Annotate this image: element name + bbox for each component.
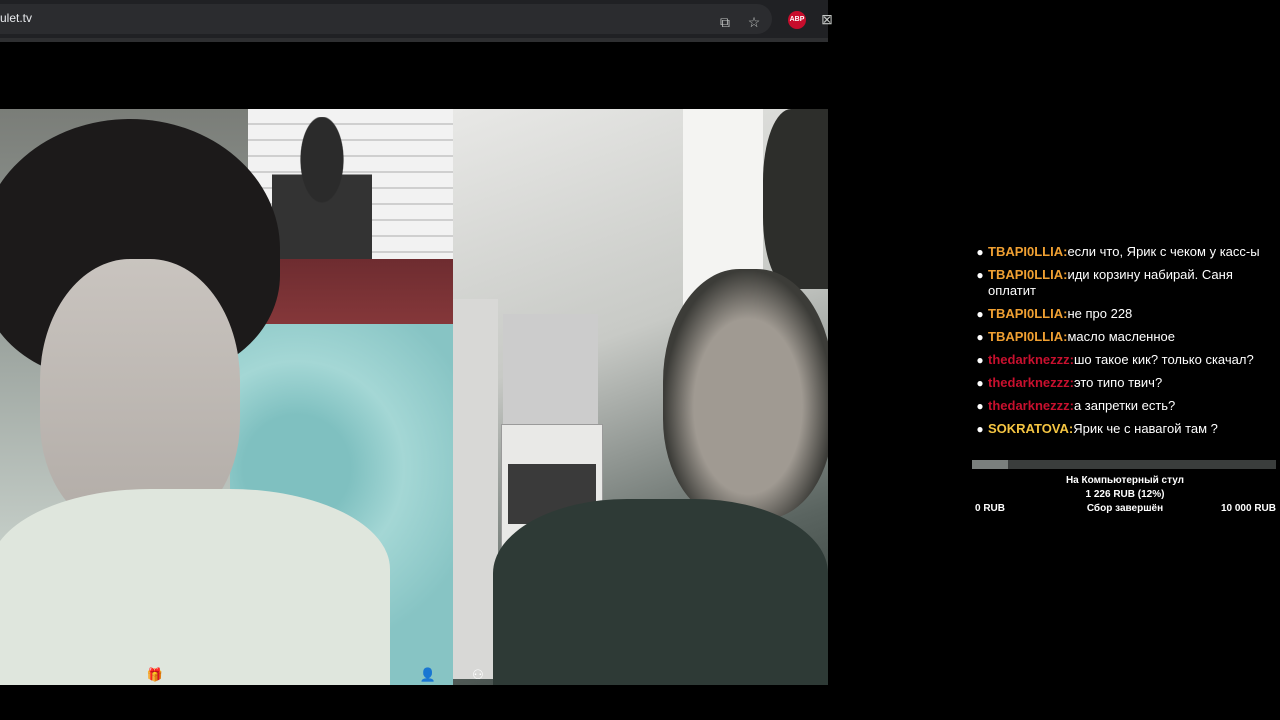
background-person — [763, 109, 828, 289]
video-chat-area: 🎁 ⚇ 👤 — [0, 109, 828, 685]
poster-figure — [272, 117, 372, 259]
chat-overlay: ● TBAPI0LLIA:если что, Ярик с чеком у кас… — [972, 244, 1278, 444]
person-shirt — [493, 499, 828, 685]
browser-divider — [0, 38, 828, 42]
chat-nick: thedarknezzz: — [988, 375, 1074, 390]
goal-range-row: 0 RUB Сбор завершён 10 000 RUB — [972, 503, 1278, 517]
chat-text: если что, Ярик с чеком у касс-ы — [1067, 244, 1260, 259]
kitchen-backsplash — [503, 314, 598, 429]
chat-text: масло масленное — [1067, 329, 1175, 344]
left-webcam: 🎁 — [0, 109, 453, 685]
fridge — [453, 299, 498, 679]
person-head — [663, 269, 828, 519]
browser-toolbar: ulet.tv ⧉ ☆ ABP ⊠ — [0, 0, 833, 38]
chat-text: не про 228 — [1067, 306, 1133, 321]
goal-progress-bar — [972, 460, 1276, 469]
gift-icon[interactable]: 🎁 — [145, 667, 165, 683]
cast-icon[interactable]: ⧉ — [716, 13, 734, 31]
bullet-icon: ● — [976, 399, 984, 413]
chat-nick: TBAPI0LLIA: — [988, 306, 1068, 321]
address-bar[interactable]: ulet.tv ⧉ ☆ — [0, 4, 772, 34]
chat-text: шо такое кик? только скачал? — [1073, 352, 1254, 367]
bullet-icon: ● — [976, 307, 984, 321]
chat-message: ● TBAPI0LLIA:не про 228 — [972, 306, 1278, 322]
bullet-icon: ● — [976, 376, 984, 390]
bullet-icon: ● — [976, 330, 984, 344]
chat-message: ● thedarknezzz:шо такое кик? только скача… — [972, 352, 1278, 368]
bullet-icon: ● — [976, 268, 984, 282]
donation-goal: На Компьютерный стул 1 226 RUB (12%) 0 R… — [972, 460, 1278, 517]
chat-message: ● thedarknezzz:а запретки есть? — [972, 398, 1278, 414]
goal-max: 10 000 RUB — [1220, 503, 1276, 514]
chat-nick: thedarknezzz: — [988, 398, 1074, 413]
star-icon[interactable]: ☆ — [745, 13, 763, 31]
chat-message: ● SOKRATOVA:Ярик че с навагой там ? — [972, 421, 1278, 437]
extension-icon[interactable]: ⊠ — [818, 10, 836, 28]
goal-amount: 1 226 RUB (12%) — [1085, 489, 1165, 500]
right-webcam: ⚇ — [453, 109, 828, 685]
bullet-icon: ● — [976, 353, 984, 367]
chat-message: ● TBAPI0LLIA:иди корзину набирай. Саня оп… — [972, 267, 1278, 299]
chat-nick: SOKRATOVA: — [988, 421, 1074, 436]
person-shirt — [0, 489, 390, 685]
bullet-icon: ● — [976, 245, 984, 259]
chat-message: ● thedarknezzz:это типо твич? — [972, 375, 1278, 391]
goal-progress-fill — [972, 460, 1009, 469]
url-text[interactable]: ulet.tv — [0, 11, 32, 25]
bullet-icon: ● — [976, 422, 984, 436]
chat-message: ● TBAPI0LLIA:если что, Ярик с чеком у кас… — [972, 244, 1278, 260]
chat-message: ● TBAPI0LLIA:масло масленное — [972, 329, 1278, 345]
person-icon[interactable]: 👤 — [418, 667, 438, 683]
people-icon[interactable]: ⚇ — [468, 667, 488, 683]
chat-text: это типо твич? — [1073, 375, 1163, 390]
chat-text: а запретки есть? — [1073, 398, 1176, 413]
adblock-icon[interactable]: ABP — [788, 11, 806, 29]
chat-nick: thedarknezzz: — [988, 352, 1074, 367]
chat-nick: TBAPI0LLIA: — [988, 244, 1068, 259]
goal-title: На Компьютерный стул — [1065, 475, 1185, 486]
chat-text: Ярик че с навагой там ? — [1073, 421, 1218, 436]
chat-nick: TBAPI0LLIA: — [988, 267, 1068, 282]
chat-nick: TBAPI0LLIA: — [988, 329, 1068, 344]
